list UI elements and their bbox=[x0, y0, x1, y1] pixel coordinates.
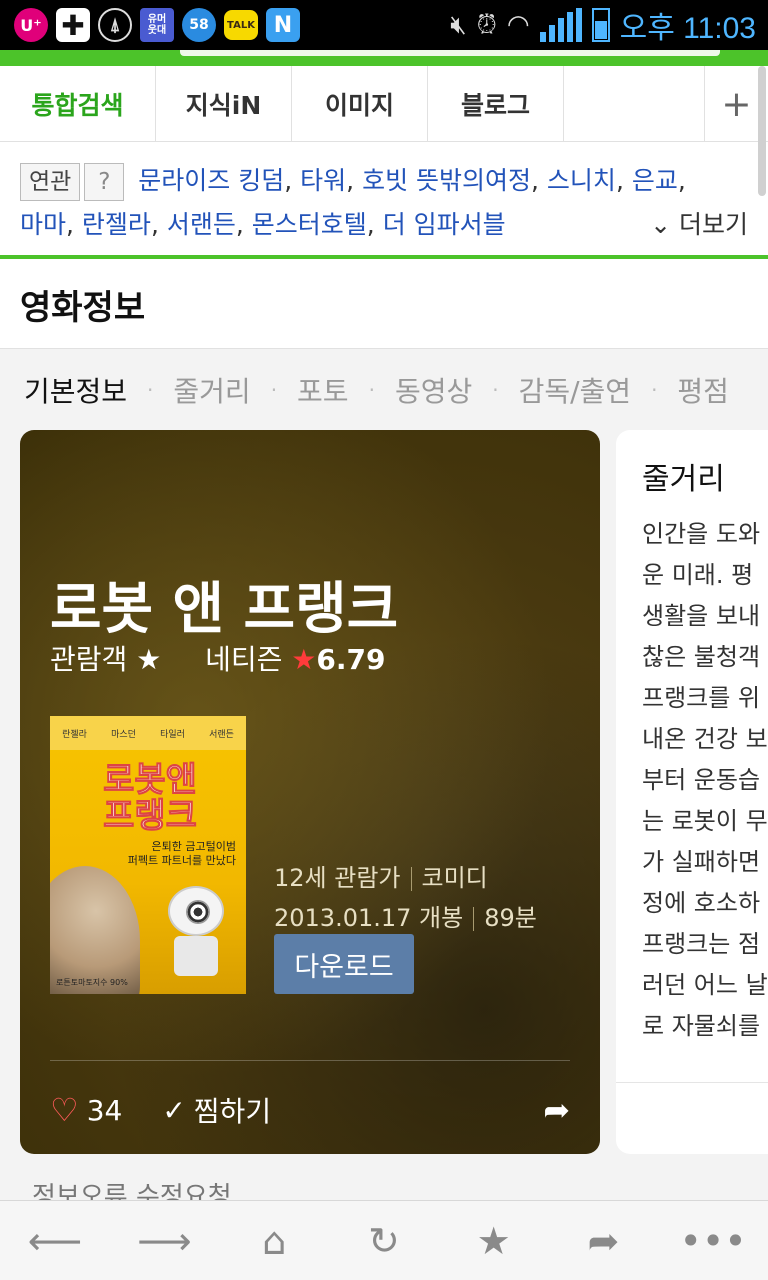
alarm-icon: ⏰︎ bbox=[476, 9, 497, 40]
uplus-icon: U⁺ bbox=[14, 8, 48, 42]
share-icon[interactable]: ➦ bbox=[563, 1219, 643, 1263]
clock: 오후 11:03 bbox=[619, 12, 756, 45]
related-link[interactable]: 란젤라 bbox=[82, 210, 151, 239]
related-link[interactable]: 서랜든 bbox=[167, 210, 236, 239]
tab-images[interactable]: 이미지 bbox=[292, 66, 428, 142]
forward-icon[interactable]: ⟶ bbox=[125, 1219, 205, 1263]
refresh-icon[interactable]: ↻ bbox=[344, 1219, 424, 1263]
movie-meta: 12세 관람가 코미디 2013.01.17 개봉 89분 bbox=[274, 856, 537, 940]
address-bar-edge bbox=[180, 50, 720, 56]
netizen-score: 6.79 bbox=[316, 643, 386, 676]
kakaotalk-icon: TALK bbox=[224, 10, 258, 40]
card-actions: ♡ 34 ✓ 찜하기 ➦ bbox=[50, 1090, 570, 1130]
tab-blog[interactable]: 블로그 bbox=[428, 66, 564, 142]
related-link[interactable]: 마마 bbox=[20, 210, 66, 239]
bookmark-star-icon[interactable]: ★ bbox=[454, 1219, 534, 1263]
signal-icon bbox=[539, 8, 582, 42]
notification-icons: U⁺ ✚ ⍋ 유머 웃대 58 TALK N bbox=[0, 8, 300, 42]
netizen-label: 네티즌 bbox=[205, 643, 283, 676]
robot-image bbox=[160, 886, 230, 976]
star-icon: ★ bbox=[291, 643, 317, 676]
more-button[interactable]: ⌄ 더보기 bbox=[650, 203, 748, 247]
poster-title: 로봇앤 프랭크 bbox=[103, 760, 198, 836]
naver-n-icon: N bbox=[266, 8, 300, 42]
movie-subnav: 기본정보 · 줄거리 · 포토 · 동영상 · 감독/출연 · 평점 bbox=[24, 370, 729, 410]
plus-icon: ✚ bbox=[56, 8, 90, 42]
synopsis-card[interactable]: 줄거리 인간을 도와 운 미래. 평 생활을 보내 찮은 불청객 프랭크를 위 … bbox=[616, 430, 768, 1154]
movie-ratings: 관람객 ★ 네티즌 ★6.79 bbox=[50, 638, 386, 678]
system-icons: 🔇︎ ⏰︎ ◠ 오후 11:03 bbox=[450, 0, 756, 50]
heart-icon[interactable]: ♡ bbox=[50, 1091, 79, 1129]
search-tabs: 통합검색 지식iN 이미지 블로그 + bbox=[0, 66, 768, 142]
mute-icon: 🔇︎ bbox=[450, 9, 467, 40]
help-button[interactable]: ? bbox=[84, 163, 125, 201]
movie-title[interactable]: 로봇 앤 프랭크 bbox=[50, 564, 398, 645]
movie-card: 로봇 앤 프랭크 관람객 ★ 네티즌 ★6.79 란젤라 마스던 타일러 서랜든… bbox=[20, 430, 600, 1154]
related-link[interactable]: 타워 bbox=[300, 166, 346, 195]
synopsis-divider bbox=[616, 1082, 768, 1083]
poster-bottom-text: 로튼토마토지수 90% bbox=[56, 978, 128, 987]
subnav-basic-info[interactable]: 기본정보 bbox=[24, 370, 127, 410]
humor-icon: 유머 웃대 bbox=[140, 8, 174, 42]
subnav-synopsis[interactable]: 줄거리 bbox=[173, 370, 250, 410]
compass-icon: ⍋ bbox=[98, 8, 132, 42]
tab-integrated-search[interactable]: 통합검색 bbox=[0, 66, 156, 142]
status-bar: U⁺ ✚ ⍋ 유머 웃대 58 TALK N 🔇︎ ⏰︎ ◠ 오후 11:03 bbox=[0, 0, 768, 50]
related-link[interactable]: 스니치 bbox=[547, 166, 616, 195]
audience-label: 관람객 bbox=[50, 643, 128, 676]
section-title: 영화정보 bbox=[20, 288, 146, 328]
wish-button[interactable]: 찜하기 bbox=[194, 1090, 271, 1130]
chevron-down-icon: ⌄ bbox=[650, 210, 672, 239]
subnav-photo[interactable]: 포토 bbox=[297, 370, 349, 410]
genre: 코미디 bbox=[421, 864, 488, 892]
related-link[interactable]: 몬스터호텔 bbox=[252, 210, 367, 239]
subnav-rating[interactable]: 평점 bbox=[677, 370, 729, 410]
related-searches: 연관? 문라이즈 킹덤, 타워, 호빗 뜻밖의여정, 스니치, 은교, 마마, … bbox=[0, 143, 768, 255]
more-label: 더보기 bbox=[678, 210, 748, 239]
movie-poster[interactable]: 란젤라 마스던 타일러 서랜든 로봇앤 프랭크 은퇴한 금고털이범 퍼펙트 파트… bbox=[50, 716, 246, 994]
section-divider bbox=[0, 255, 768, 259]
tab-knowledge-in[interactable]: 지식iN bbox=[156, 66, 292, 142]
release-date: 2013.01.17 개봉 bbox=[274, 904, 464, 932]
more-icon[interactable]: ••• bbox=[673, 1219, 753, 1263]
synopsis-title: 줄거리 bbox=[642, 462, 725, 497]
related-link[interactable]: 문라이즈 킹덤 bbox=[138, 166, 284, 195]
check-icon[interactable]: ✓ bbox=[162, 1094, 185, 1127]
runtime: 89분 bbox=[484, 904, 537, 932]
related-link[interactable]: 더 임파서블 bbox=[383, 210, 506, 239]
home-icon[interactable]: ⌂ bbox=[234, 1219, 314, 1263]
related-badge: 연관 bbox=[20, 163, 81, 201]
age-rating: 12세 관람가 bbox=[274, 864, 401, 892]
poster-cast: 란젤라 마스던 타일러 서랜든 bbox=[50, 716, 246, 750]
back-icon[interactable]: ⟵ bbox=[15, 1219, 95, 1263]
card-divider bbox=[50, 1060, 570, 1061]
poster-tagline: 은퇴한 금고털이범 퍼펙트 파트너를 만났다 bbox=[127, 840, 236, 867]
poster-man-image bbox=[50, 866, 140, 994]
synopsis-text: 인간을 도와 운 미래. 평 생활을 보내 찮은 불청객 프랭크를 위 내온 건… bbox=[642, 520, 768, 1040]
like-count[interactable]: 34 bbox=[87, 1094, 123, 1127]
download-button[interactable]: 다운로드 bbox=[274, 934, 414, 994]
star-icon: ★ bbox=[136, 643, 162, 676]
subnav-cast[interactable]: 감독/출연 bbox=[519, 370, 631, 410]
browser-bottom-bar: ⟵ ⟶ ⌂ ↻ ★ ➦ ••• bbox=[0, 1200, 768, 1280]
battery-icon bbox=[591, 8, 610, 42]
wifi-icon: ◠ bbox=[506, 10, 530, 40]
related-link[interactable]: 호빗 뜻밖의여정 bbox=[362, 166, 531, 195]
subnav-video[interactable]: 동영상 bbox=[395, 370, 472, 410]
related-link[interactable]: 은교 bbox=[632, 166, 678, 195]
share-icon[interactable]: ➦ bbox=[543, 1091, 570, 1129]
badge-58-icon: 58 bbox=[182, 8, 216, 42]
